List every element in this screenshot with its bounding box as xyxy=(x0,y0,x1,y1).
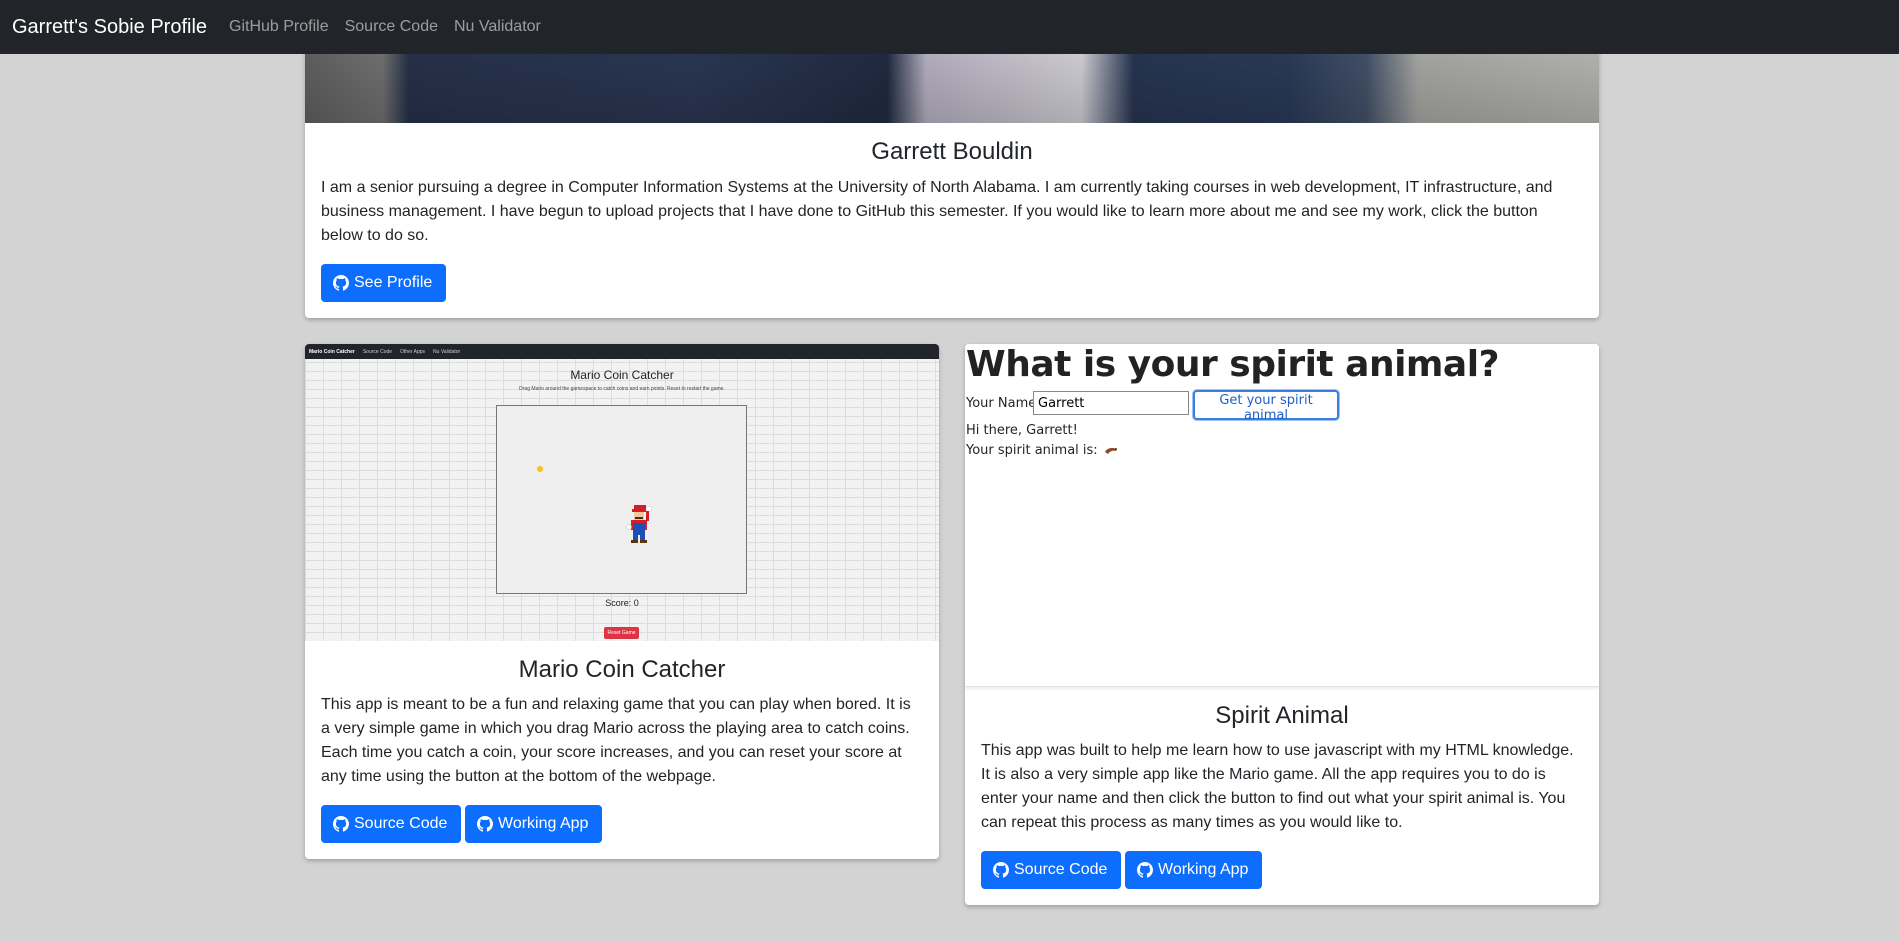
mario-preview-image: Mario Coin Catcher Source Code Other App… xyxy=(305,344,939,641)
mario-icon xyxy=(626,505,653,543)
coin-icon xyxy=(537,466,543,472)
spirit-preview-name-input[interactable] xyxy=(1033,391,1189,415)
github-icon xyxy=(993,862,1009,878)
top-navbar: Garrett's Sobie Profile GitHub Profile S… xyxy=(0,0,1899,54)
spirit-description: This app was built to help me learn how … xyxy=(981,742,1574,831)
mario-preview-navbar: Mario Coin Catcher Source Code Other App… xyxy=(305,344,939,359)
github-icon xyxy=(333,816,349,832)
mario-title: Mario Coin Catcher xyxy=(518,656,726,683)
mario-preview-brand: Mario Coin Catcher xyxy=(309,348,355,355)
mario-preview-reset-button: Reset Game xyxy=(604,627,639,639)
github-icon xyxy=(1137,862,1153,878)
spirit-working-app-button[interactable]: Working App xyxy=(1125,851,1262,889)
spirit-preview-get-button[interactable]: Get your spirit animal xyxy=(1193,390,1339,423)
see-profile-button[interactable]: See Profile xyxy=(321,264,446,302)
spirit-working-app-label: Working App xyxy=(1158,861,1249,878)
profile-bio: I am a senior pursuing a degree in Compu… xyxy=(321,179,1553,244)
mario-source-code-label: Source Code xyxy=(354,815,448,832)
mario-preview-title: Mario Coin Catcher xyxy=(570,368,674,382)
mario-preview-link: Other Apps xyxy=(400,348,426,355)
profile-name: Garrett Bouldin xyxy=(871,138,1033,165)
nav-link-github-profile[interactable]: GitHub Profile xyxy=(229,18,329,36)
navbar-brand[interactable]: Garrett's Sobie Profile xyxy=(12,16,207,39)
spirit-preview-image: What is your spirit animal? Your Name Ge… xyxy=(965,344,1599,687)
mario-preview-link: Source Code xyxy=(362,348,393,355)
mario-preview-subtitle: Drag Mario around the gamespace to catch… xyxy=(519,386,725,392)
nav-link-source-code[interactable]: Source Code xyxy=(345,18,438,36)
spirit-preview-result-label: Your spirit animal is: xyxy=(966,443,1098,458)
spirit-preview-name-label: Your Name xyxy=(966,396,1037,411)
spirit-source-code-button[interactable]: Source Code xyxy=(981,851,1121,889)
spirit-preview-greeting: Hi there, Garrett! xyxy=(966,423,1078,438)
animal-icon xyxy=(1104,447,1117,454)
mario-preview-playfield xyxy=(496,405,747,594)
spirit-preview-result: Your spirit animal is: xyxy=(966,443,1118,458)
spirit-preview-heading: What is your spirit animal? xyxy=(966,344,1499,385)
mario-card: Mario Coin Catcher Source Code Other App… xyxy=(305,344,939,859)
spirit-source-code-label: Source Code xyxy=(1014,861,1108,878)
profile-card: Garrett Bouldin I am a senior pursuing a… xyxy=(305,40,1599,318)
mario-preview-score: Score: 0 xyxy=(605,598,639,608)
nav-link-nu-validator[interactable]: Nu Validator xyxy=(454,18,541,36)
github-icon xyxy=(477,816,493,832)
mario-working-app-button[interactable]: Working App xyxy=(465,805,602,843)
see-profile-label: See Profile xyxy=(354,274,433,291)
github-icon xyxy=(333,275,349,291)
mario-source-code-button[interactable]: Source Code xyxy=(321,805,461,843)
mario-description: This app is meant to be a fun and relaxi… xyxy=(321,696,911,785)
mario-preview-link: Nu Validator xyxy=(433,348,461,355)
spirit-title: Spirit Animal xyxy=(1215,702,1349,729)
spirit-card: What is your spirit animal? Your Name Ge… xyxy=(965,344,1599,905)
mario-working-app-label: Working App xyxy=(498,815,589,832)
